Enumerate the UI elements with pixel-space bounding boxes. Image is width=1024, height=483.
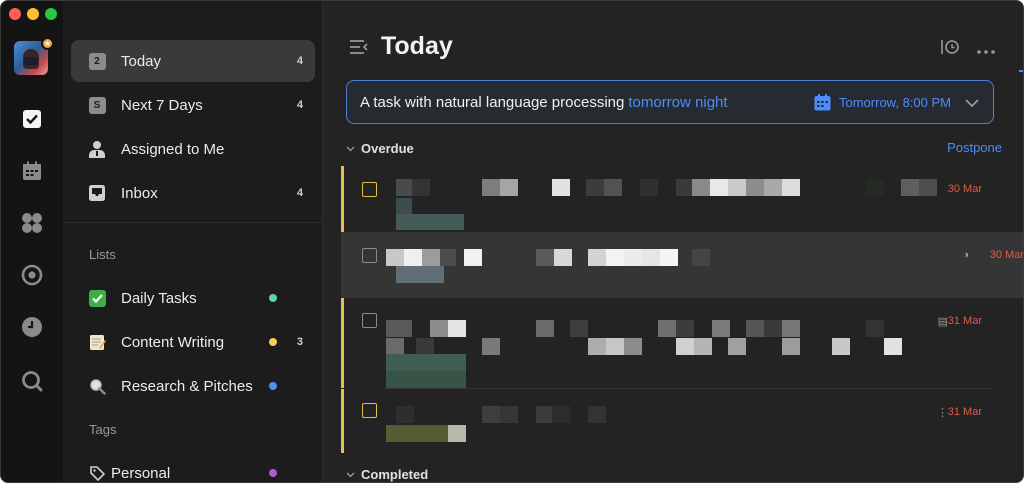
- sidebar-item-tag-personal[interactable]: Personal: [71, 452, 315, 482]
- blurred-task-title: [386, 406, 946, 423]
- list-color-dot: [269, 338, 277, 346]
- chevron-down-icon: [346, 472, 355, 477]
- task-checkbox[interactable]: [362, 403, 377, 418]
- overdue-group-header[interactable]: Overdue: [346, 141, 414, 156]
- sidebar-divider: [63, 222, 323, 223]
- blurred-task-title: [386, 179, 946, 196]
- sidebar-toggle-icon[interactable]: [349, 39, 369, 60]
- tags-section-title: Tags: [89, 422, 117, 437]
- page-title: Today: [381, 32, 453, 60]
- completed-label: Completed: [361, 467, 429, 482]
- half-moon-icon: ◑: [962, 249, 969, 261]
- overdue-label: Overdue: [361, 141, 414, 156]
- add-task-input[interactable]: A task with natural language processing …: [346, 80, 994, 124]
- sidebar-item-count: 4: [296, 187, 303, 199]
- task-due-date[interactable]: 30 Mar: [990, 249, 1023, 261]
- blurred-task-note: [386, 198, 466, 232]
- chevron-down-icon[interactable]: [965, 95, 979, 113]
- task-checkbox[interactable]: [362, 248, 377, 263]
- blurred-task-note: [386, 425, 466, 442]
- task-checkbox[interactable]: [362, 313, 377, 328]
- minimize-window-button[interactable]: [27, 8, 39, 20]
- magnifier-emoji-icon: [87, 376, 107, 396]
- priority-bar: [341, 389, 344, 453]
- add-task-nlp-highlight: tomorrow night: [628, 93, 728, 111]
- priority-bar: [341, 166, 344, 232]
- header-actions: [941, 39, 995, 60]
- next7-calendar-icon: S: [87, 95, 107, 115]
- task-due-date[interactable]: 31 Mar: [948, 315, 982, 327]
- sidebar-item-today[interactable]: 2 Today 4: [71, 40, 315, 82]
- blurred-task-note: [386, 266, 466, 284]
- premium-badge-icon: ★: [41, 37, 54, 50]
- sidebar-item-label: Next 7 Days: [121, 96, 203, 114]
- sidebar-item-count: 4: [296, 99, 303, 111]
- add-task-text: A task with natural language processing: [360, 93, 625, 111]
- date-calendar-icon: [814, 93, 831, 110]
- sidebar-item-assigned-to-me[interactable]: Assigned to Me: [71, 128, 315, 170]
- blurred-task-title: [386, 320, 946, 356]
- focus-icon[interactable]: [20, 263, 44, 287]
- task-checkbox[interactable]: [362, 182, 377, 197]
- subtask-icon: ⋮: [937, 407, 948, 419]
- history-clock-icon[interactable]: [941, 39, 959, 60]
- sidebar-item-daily-tasks[interactable]: Daily Tasks: [71, 277, 315, 319]
- note-icon: ▤: [937, 316, 948, 328]
- inbox-icon: [87, 183, 107, 203]
- scroll-indicator: [1019, 70, 1023, 72]
- today-calendar-icon: 2: [87, 51, 107, 71]
- sidebar-item-next-7-days[interactable]: S Next 7 Days 4: [71, 84, 315, 126]
- blurred-task-title: [386, 249, 946, 266]
- memo-emoji-icon: [87, 332, 107, 352]
- task-due-date[interactable]: 31 Mar: [948, 406, 982, 418]
- calendar-icon[interactable]: [20, 159, 44, 183]
- postpone-button[interactable]: Postpone: [947, 140, 1002, 155]
- zoom-window-button[interactable]: [45, 8, 57, 20]
- clock-icon[interactable]: [20, 315, 44, 339]
- list-color-dot: [269, 382, 277, 390]
- chevron-down-icon: [346, 146, 355, 151]
- app-window: ★ 2 Today 4 S Next 7 Days 4 Assigned to …: [0, 0, 1024, 483]
- search-icon[interactable]: [20, 369, 44, 393]
- tag-icon: [87, 463, 107, 482]
- task-row[interactable]: ⋮ 31 Mar: [341, 389, 1004, 453]
- task-row[interactable]: ◑ 30 Mar: [341, 232, 1023, 298]
- check-emoji-icon: [87, 288, 107, 308]
- add-task-date-label: Tomorrow, 8:00 PM: [839, 94, 951, 110]
- sidebar-item-research-pitches[interactable]: Research & Pitches: [71, 365, 315, 407]
- add-task-date[interactable]: Tomorrow, 8:00 PM: [814, 93, 951, 111]
- avatar[interactable]: ★: [14, 37, 54, 75]
- sidebar: 2 Today 4 S Next 7 Days 4 Assigned to Me…: [63, 1, 323, 482]
- task-row[interactable]: 30 Mar: [341, 166, 1004, 232]
- avatar-mask: [24, 57, 38, 65]
- tag-color-dot: [269, 469, 277, 477]
- sidebar-item-count: 4: [296, 55, 303, 67]
- grid-icon[interactable]: [20, 211, 44, 235]
- person-icon: [87, 139, 107, 159]
- sidebar-item-label: Content Writing: [121, 333, 225, 351]
- priority-bar: [341, 298, 344, 388]
- completed-group-header[interactable]: Completed: [346, 467, 428, 482]
- sidebar-item-label: Today: [121, 52, 162, 70]
- sidebar-item-content-writing[interactable]: Content Writing 3: [71, 321, 315, 363]
- sidebar-item-label: Research & Pitches: [121, 377, 253, 395]
- sidebar-item-inbox[interactable]: Inbox 4: [71, 172, 315, 214]
- task-checkbox-icon[interactable]: [20, 107, 44, 131]
- main-panel: Today A task with natural language proce…: [324, 1, 1023, 482]
- sidebar-item-label: Personal: [111, 464, 171, 482]
- close-window-button[interactable]: [9, 8, 21, 20]
- blurred-task-note: [386, 354, 466, 388]
- list-color-dot: [269, 294, 277, 302]
- sidebar-item-label: Inbox: [121, 184, 158, 202]
- sidebar-item-label: Assigned to Me: [121, 140, 225, 158]
- lists-section-title: Lists: [89, 247, 116, 262]
- sidebar-item-count: 3: [296, 336, 303, 348]
- sidebar-item-label: Daily Tasks: [121, 289, 197, 307]
- task-row[interactable]: ▤ 31 Mar: [341, 298, 1004, 388]
- task-due-date[interactable]: 30 Mar: [948, 183, 982, 195]
- more-options-icon[interactable]: [977, 41, 995, 59]
- window-controls: [9, 8, 57, 20]
- icon-rail: ★: [1, 1, 63, 482]
